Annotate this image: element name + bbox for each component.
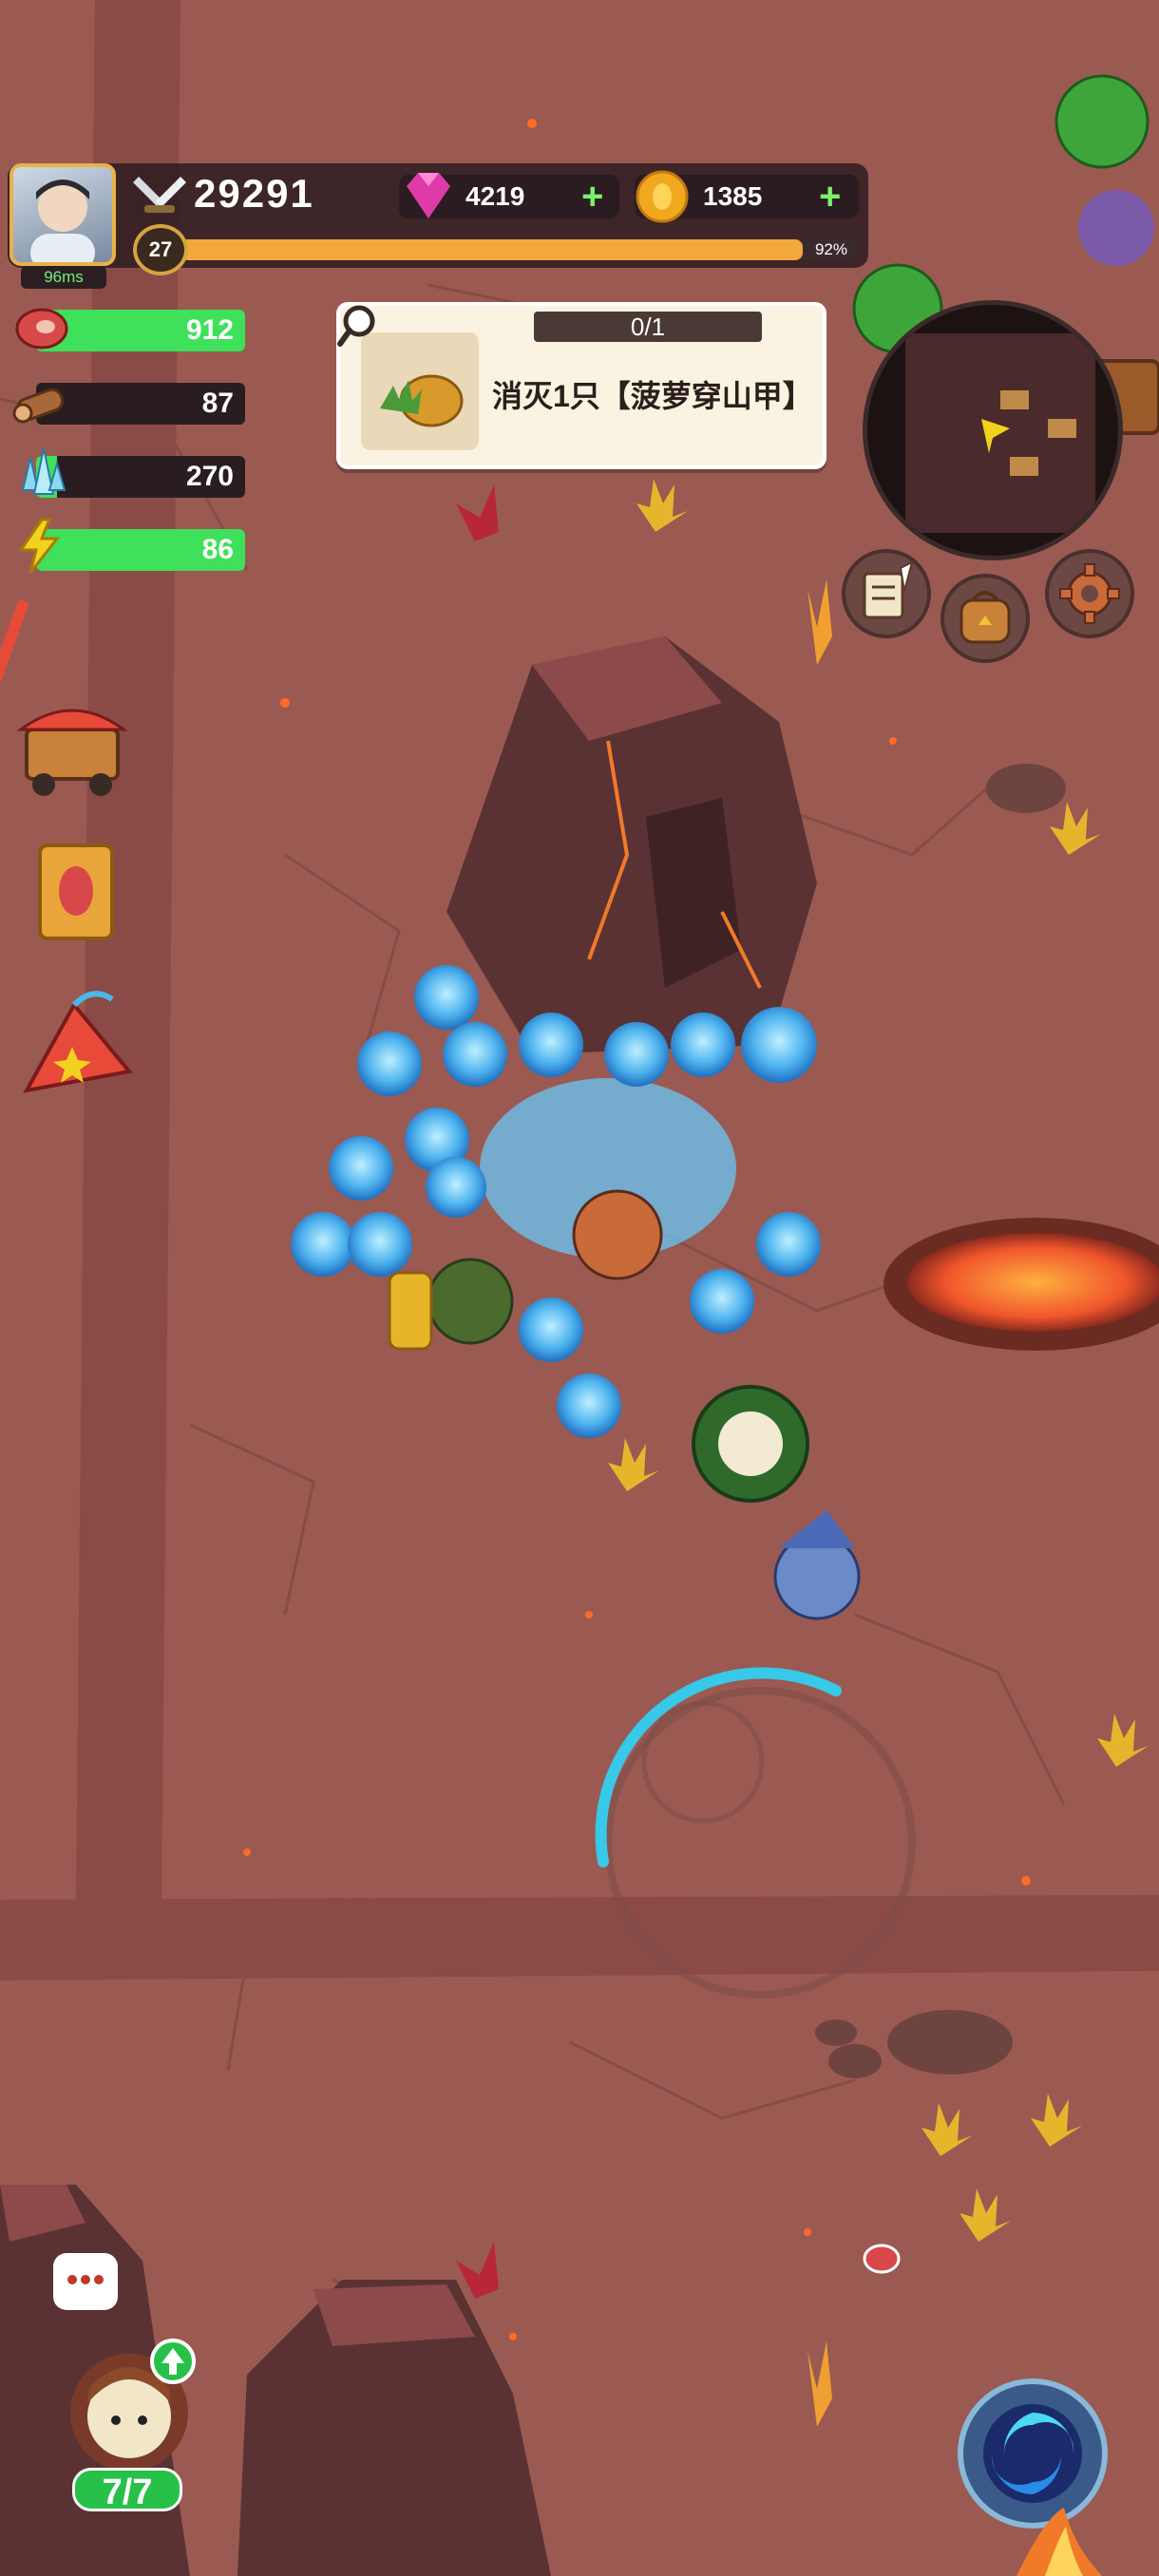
xp-bar-fill [180, 239, 804, 260]
xp-percent: 92% [814, 240, 847, 258]
quest-progress: 0/1 [534, 312, 762, 342]
hero-count: 7/7 [72, 2468, 182, 2512]
lightning-icon [18, 518, 61, 574]
player-level-badge: 27 [133, 224, 188, 275]
scroll-quill-icon [863, 560, 914, 619]
resource-value: 86 [201, 534, 234, 565]
gear-icon [1059, 563, 1120, 624]
quest-description: 消灭1只【菠萝穿山甲】 [492, 379, 813, 413]
recipe-book-icon[interactable] [36, 842, 118, 942]
add-gems-button[interactable]: + [581, 175, 603, 218]
combat-power: 29291 [194, 171, 314, 216]
chat-bubble-icon [67, 2275, 104, 2284]
minimap-chest-icon [1010, 457, 1038, 476]
xp-bar: 92% [180, 239, 857, 260]
chat-button[interactable] [53, 2253, 118, 2310]
resource-value: 912 [185, 314, 234, 346]
pineapple-pangolin-icon [380, 374, 464, 427]
gem-icon [407, 173, 450, 218]
sword-edge-icon [0, 599, 28, 683]
add-gold-button[interactable]: + [819, 175, 841, 218]
avatar-portrait [30, 180, 95, 262]
flame-icon [1016, 2508, 1102, 2576]
minimap-chest-icon [1000, 390, 1029, 409]
shop-cart-icon[interactable] [15, 691, 129, 802]
settings-button[interactable] [1045, 549, 1134, 638]
wood-icon [12, 388, 64, 424]
gold-value: 1385 [703, 181, 763, 211]
crystal-icon [21, 447, 66, 495]
quest-panel[interactable]: 0/1 消灭1只【菠萝穿山甲】 [336, 302, 826, 469]
backpack-icon [960, 591, 1011, 644]
gift-pouch-icon[interactable] [17, 986, 139, 1102]
quest-target-image [361, 332, 479, 450]
gold-coin-icon [636, 170, 689, 223]
gold-pill: 1385 + [635, 170, 859, 223]
player-avatar[interactable] [10, 163, 116, 266]
minimap-terrain [905, 333, 1095, 533]
meat-icon [15, 308, 68, 350]
gems-value: 4219 [466, 181, 525, 211]
gems-pill: 4219 + [399, 173, 619, 218]
minimap-chest-icon [1048, 419, 1076, 438]
quest-log-button[interactable] [842, 549, 931, 638]
resource-value: 270 [185, 461, 234, 492]
magnifier-icon [337, 305, 375, 347]
network-ping: 96ms [21, 266, 106, 289]
crossed-swords-icon [133, 177, 186, 213]
minimap[interactable] [863, 300, 1123, 560]
backpack-button[interactable] [940, 574, 1030, 663]
hero-portrait-button[interactable] [55, 2337, 203, 2479]
resource-value: 87 [201, 388, 234, 419]
